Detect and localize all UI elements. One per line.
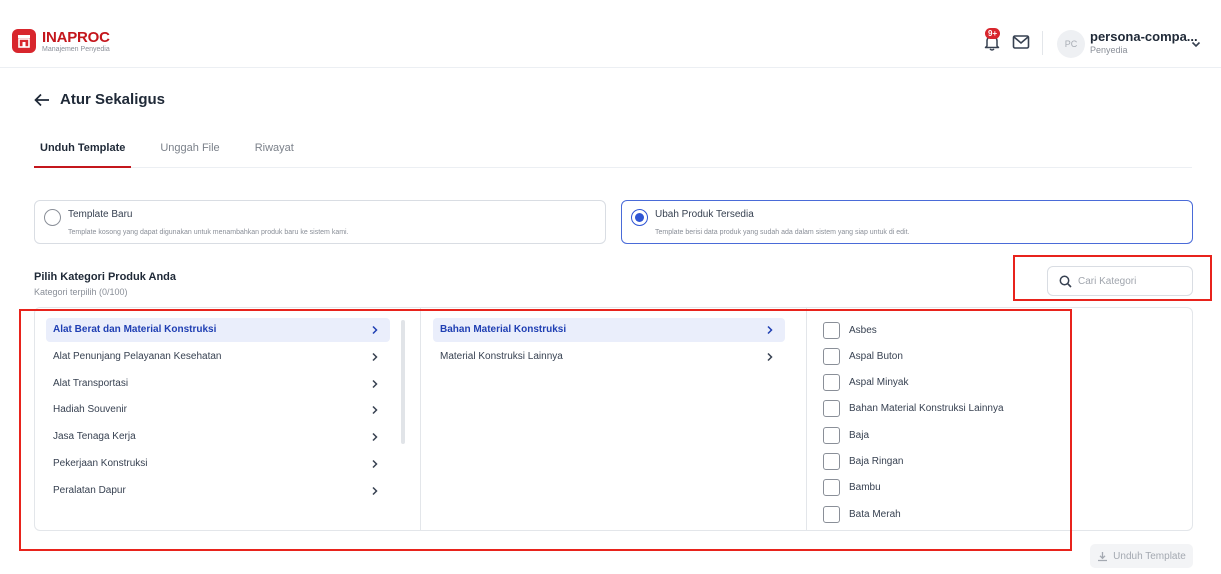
arrow-left-icon[interactable] [34,93,50,107]
page-title: Atur Sekaligus [60,91,166,108]
tab-unggah-file[interactable]: Unggah File [154,135,225,168]
store-icon [12,29,36,53]
mail-icon [1012,35,1030,49]
radio-template-baru[interactable] [44,209,61,226]
tab-unduh-template[interactable]: Unduh Template [34,135,132,168]
category-heading: Pilih Kategori Produk Anda Kategori terp… [34,271,176,297]
download-label: Unduh Template [1113,550,1186,562]
brand-logo[interactable]: INAPROC Manajemen Penyedia [12,29,110,53]
brand-name: INAPROC [42,28,110,46]
user-menu-chevron-down-icon[interactable] [1190,37,1202,55]
download-template-button[interactable]: Unduh Template [1090,544,1193,568]
brand-subtitle: Manajemen Penyedia [42,45,110,53]
option-template-baru[interactable]: Template Baru Template kosong yang dapat… [34,200,606,244]
header-divider [1042,31,1043,55]
tab-bar: Unduh Template Unggah File Riwayat [34,135,1192,168]
tab-riwayat[interactable]: Riwayat [249,135,300,168]
mail-button[interactable] [1012,34,1030,55]
radio-ubah-produk-tersedia[interactable] [631,209,648,226]
category-selected-count: Kategori terpilih (0/100) [34,287,128,297]
option-description: Template kosong yang dapat digunakan unt… [68,229,349,236]
user-name: persona-compa... [1090,29,1198,44]
top-header: INAPROC Manajemen Penyedia 9+ PC persona… [0,0,1221,68]
user-role: Penyedia [1090,45,1128,56]
option-title: Template Baru [68,209,133,220]
category-highlight-box [19,309,1072,551]
category-title: Pilih Kategori Produk Anda [34,271,176,283]
user-info[interactable]: persona-compa... Penyedia [1090,29,1198,56]
avatar[interactable]: PC [1057,30,1085,58]
notification-button[interactable]: 9+ [982,28,1002,52]
search-highlight-box [1013,255,1212,301]
back-navigation[interactable]: Atur Sekaligus [34,91,165,108]
option-title: Ubah Produk Tersedia [655,209,754,220]
option-description: Template berisi data produk yang sudah a… [655,229,910,236]
notification-badge: 9+ [985,28,1001,39]
download-icon [1098,551,1108,561]
option-ubah-produk-tersedia[interactable]: Ubah Produk Tersedia Template berisi dat… [621,200,1193,244]
